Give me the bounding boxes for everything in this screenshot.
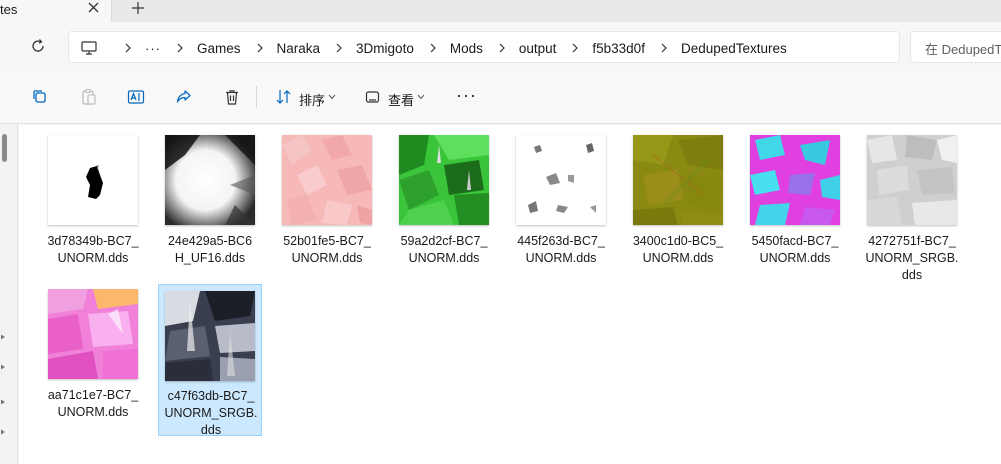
breadcrumb-overflow[interactable]: ··· [145,41,161,56]
file-item[interactable]: 445f263d-BC7_ UNORM.dds [509,127,613,267]
chevron-down-icon[interactable] [417,94,425,100]
file-thumbnail [867,135,957,225]
expand-arrow-icon[interactable] [0,364,6,370]
share-icon[interactable] [175,88,193,106]
this-pc-icon[interactable] [81,41,97,55]
chevron-right-icon[interactable] [659,43,669,53]
file-thumbnail [165,135,255,225]
file-item[interactable]: 52b01fe5-BC7_ UNORM.dds [275,127,379,267]
breadcrumb-item[interactable]: Mods [450,41,483,56]
chevron-right-icon[interactable] [255,43,265,53]
file-name: 24e429a5-BC6 H_UF16.dds [167,234,253,265]
breadcrumb-item[interactable]: Naraka [277,41,321,56]
file-item[interactable]: aa71c1e7-BC7_ UNORM.dds [41,281,145,421]
expand-arrow-icon[interactable] [0,429,6,435]
navigation-pane [0,124,18,464]
chevron-right-icon[interactable] [175,43,185,53]
chevron-right-icon[interactable] [123,43,133,53]
tab-bar: tes [0,0,1001,22]
file-item-selected[interactable]: c47f63db-BC7_ UNORM_SRGB. dds [158,284,262,437]
file-name: 3400c1d0-BC5_ UNORM.dds [632,234,724,265]
file-thumbnail [165,291,255,381]
paste-icon[interactable] [80,88,98,106]
file-item[interactable]: 3d78349b-BC7_ UNORM.dds [41,127,145,267]
tab-title: tes [0,2,18,17]
close-icon[interactable] [86,0,102,16]
file-name: 445f263d-BC7_ UNORM.dds [517,234,605,265]
breadcrumb-item[interactable]: DedupedTextures [681,41,787,56]
file-name: 52b01fe5-BC7_ UNORM.dds [283,234,371,265]
new-tab-icon[interactable] [130,0,146,16]
sort-button[interactable]: 排序 [299,90,325,109]
sort-icon[interactable] [275,88,293,106]
breadcrumb[interactable]: ··· Games Naraka 3Dmigoto Mods output f5… [68,31,900,63]
breadcrumb-item[interactable]: 3Dmigoto [356,41,414,56]
view-button[interactable]: 查看 [388,90,414,109]
file-thumbnail [48,135,138,225]
address-bar-row: ··· Games Naraka 3Dmigoto Mods output f5… [0,22,1001,70]
file-thumbnail [48,289,138,379]
breadcrumb-item[interactable]: Games [197,41,241,56]
chevron-right-icon[interactable] [428,43,438,53]
file-name: 5450facd-BC7_ UNORM.dds [751,234,839,265]
file-thumbnail [516,135,606,225]
refresh-icon[interactable] [30,38,46,54]
chevron-right-icon[interactable] [334,43,344,53]
search-placeholder: 在 DedupedTextures [925,42,1001,57]
toolbar-divider [256,86,257,108]
file-item[interactable]: 59a2d2cf-BC7_ UNORM.dds [392,127,496,267]
chevron-right-icon[interactable] [497,43,507,53]
expand-arrow-icon[interactable] [0,399,6,405]
file-name: c47f63db-BC7_ UNORM_SRGB. dds [164,389,258,437]
file-item[interactable]: 5450facd-BC7_ UNORM.dds [743,127,847,267]
delete-icon[interactable] [223,88,241,106]
command-bar: 排序 查看 ··· [0,70,1001,124]
breadcrumb-item[interactable]: output [519,41,557,56]
expand-arrow-icon[interactable] [0,334,6,340]
file-thumbnail [633,135,723,225]
breadcrumb-item[interactable]: f5b33d0f [592,41,645,56]
file-name: 59a2d2cf-BC7_ UNORM.dds [400,234,488,265]
file-thumbnail [399,135,489,225]
view-icon[interactable] [364,88,382,106]
chevron-down-icon[interactable] [328,94,336,100]
file-name: 3d78349b-BC7_ UNORM.dds [47,234,139,265]
file-item[interactable]: 3400c1d0-BC5_ UNORM.dds [626,127,730,267]
nav-scrollbar-thumb[interactable] [2,134,7,162]
more-options-button[interactable]: ··· [456,86,476,106]
file-name: aa71c1e7-BC7_ UNORM.dds [47,388,139,419]
copy-icon[interactable] [31,88,49,106]
chevron-right-icon[interactable] [570,43,580,53]
file-name: 4272751f-BC7_ UNORM_SRGB. dds [865,234,959,282]
file-item[interactable]: 4272751f-BC7_ UNORM_SRGB. dds [860,127,964,285]
file-thumbnail [750,135,840,225]
tab-current-folder[interactable]: tes [0,0,112,22]
file-item[interactable]: 24e429a5-BC6 H_UF16.dds [158,127,262,267]
file-list[interactable]: 3d78349b-BC7_ UNORM.dds 24e429a5-BC6 H_UF1… [19,125,1001,464]
rename-icon[interactable] [127,88,145,106]
search-input[interactable]: 在 DedupedTextures [910,31,1001,63]
file-thumbnail [282,135,372,225]
